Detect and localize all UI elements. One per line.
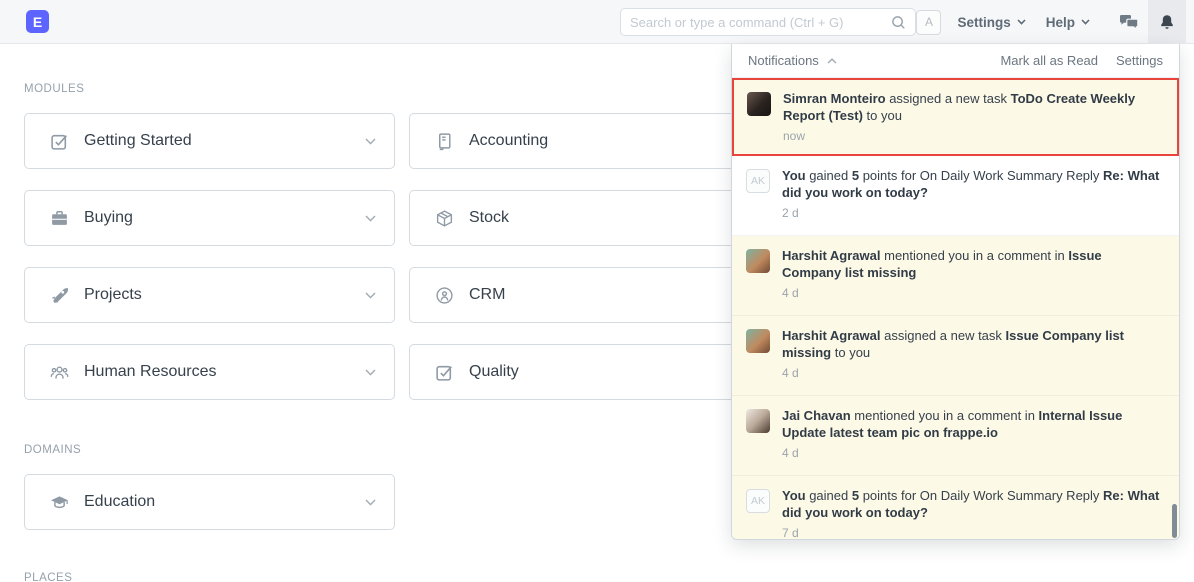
module-card-label: Human Resources xyxy=(84,363,365,381)
notifications-title-toggle[interactable]: Notifications xyxy=(748,53,837,68)
chevron-up-icon xyxy=(827,58,837,64)
module-card-label: Stock xyxy=(469,209,750,227)
user-avatar[interactable]: A xyxy=(916,10,941,35)
checkbox-icon xyxy=(49,131,69,151)
search-icon xyxy=(891,15,906,30)
mark-all-as-read-button[interactable]: Mark all as Read xyxy=(1000,53,1098,68)
notification-message: You gained 5 points for On Daily Work Su… xyxy=(782,167,1163,201)
notification-timestamp: 4 d xyxy=(782,366,1163,380)
chat-button[interactable] xyxy=(1110,0,1148,44)
module-card-stock[interactable]: Stock xyxy=(409,190,780,246)
notification-message: Harshit Agrawal mentioned you in a comme… xyxy=(782,247,1163,281)
module-card-crm[interactable]: CRM xyxy=(409,267,780,323)
module-card-label: Buying xyxy=(84,209,365,227)
domain-card-education[interactable]: Education xyxy=(24,474,395,530)
help-menu[interactable]: Help xyxy=(1046,15,1090,30)
module-card-getting-started[interactable]: Getting Started xyxy=(24,113,395,169)
chevron-down-icon[interactable] xyxy=(365,369,376,376)
graduation-cap-icon xyxy=(49,492,69,512)
global-search[interactable] xyxy=(620,8,916,36)
domain-card-label: Education xyxy=(84,493,365,511)
package-box-icon xyxy=(434,208,454,228)
notifications-button[interactable] xyxy=(1148,0,1186,44)
ledger-book-icon xyxy=(434,131,454,151)
checkbox-icon xyxy=(434,362,454,382)
notification-timestamp: 4 d xyxy=(782,286,1163,300)
avatar: AK xyxy=(746,489,770,513)
rocket-icon xyxy=(49,285,69,305)
people-group-icon xyxy=(49,362,69,382)
notification-item[interactable]: Jai Chavan mentioned you in a comment in… xyxy=(732,396,1179,476)
notification-timestamp: 2 d xyxy=(782,206,1163,220)
bell-icon xyxy=(1159,14,1175,31)
briefcase-icon xyxy=(49,208,69,228)
notification-item[interactable]: AK You gained 5 points for On Daily Work… xyxy=(732,156,1179,236)
notifications-dropdown: Notifications Mark all as Read Settings … xyxy=(731,44,1180,540)
notification-timestamp: 7 d xyxy=(782,526,1163,540)
chat-bubbles-icon xyxy=(1119,14,1139,30)
notification-item[interactable]: Harshit Agrawal assigned a new task Issu… xyxy=(732,316,1179,396)
notifications-header: Notifications Mark all as Read Settings xyxy=(732,44,1179,78)
module-card-label: Quality xyxy=(469,363,750,381)
module-card-quality[interactable]: Quality xyxy=(409,344,780,400)
notification-item[interactable]: Simran Monteiro assigned a new task ToDo… xyxy=(732,78,1179,156)
notification-message: You gained 5 points for On Daily Work Su… xyxy=(782,487,1163,521)
notification-item[interactable]: AK You gained 5 points for On Daily Work… xyxy=(732,476,1179,540)
navbar-right: A Settings Help xyxy=(916,0,1186,44)
notification-settings-button[interactable]: Settings xyxy=(1116,53,1163,68)
search-input[interactable] xyxy=(630,15,891,30)
chevron-down-icon[interactable] xyxy=(365,215,376,222)
avatar xyxy=(746,409,770,433)
chevron-down-icon xyxy=(1081,19,1090,25)
notification-timestamp: 4 d xyxy=(782,446,1163,460)
module-card-label: Accounting xyxy=(469,132,750,150)
person-in-circle-icon xyxy=(434,285,454,305)
notification-message: Jai Chavan mentioned you in a comment in… xyxy=(782,407,1163,441)
module-card-label: CRM xyxy=(469,286,750,304)
module-card-label: Projects xyxy=(84,286,365,304)
places-section-label: PLACES xyxy=(24,572,1194,582)
module-card-human-resources[interactable]: Human Resources xyxy=(24,344,395,400)
module-card-accounting[interactable]: Accounting xyxy=(409,113,780,169)
notification-timestamp: now xyxy=(783,129,1162,143)
avatar xyxy=(747,92,771,116)
notification-message: Harshit Agrawal assigned a new task Issu… xyxy=(782,327,1163,361)
avatar xyxy=(746,329,770,353)
scrollbar-thumb[interactable] xyxy=(1172,504,1177,538)
app-logo[interactable]: E xyxy=(26,10,49,33)
chevron-down-icon[interactable] xyxy=(365,292,376,299)
settings-menu[interactable]: Settings xyxy=(957,15,1025,30)
notification-item[interactable]: Harshit Agrawal mentioned you in a comme… xyxy=(732,236,1179,316)
avatar xyxy=(746,249,770,273)
avatar: AK xyxy=(746,169,770,193)
navbar: E A Settings Help xyxy=(0,0,1194,44)
module-card-buying[interactable]: Buying xyxy=(24,190,395,246)
chevron-down-icon[interactable] xyxy=(365,138,376,145)
notification-message: Simran Monteiro assigned a new task ToDo… xyxy=(783,90,1162,124)
module-card-projects[interactable]: Projects xyxy=(24,267,395,323)
notifications-actions: Mark all as Read Settings xyxy=(1000,53,1163,68)
chevron-down-icon[interactable] xyxy=(365,499,376,506)
module-card-label: Getting Started xyxy=(84,132,365,150)
chevron-down-icon xyxy=(1017,19,1026,25)
